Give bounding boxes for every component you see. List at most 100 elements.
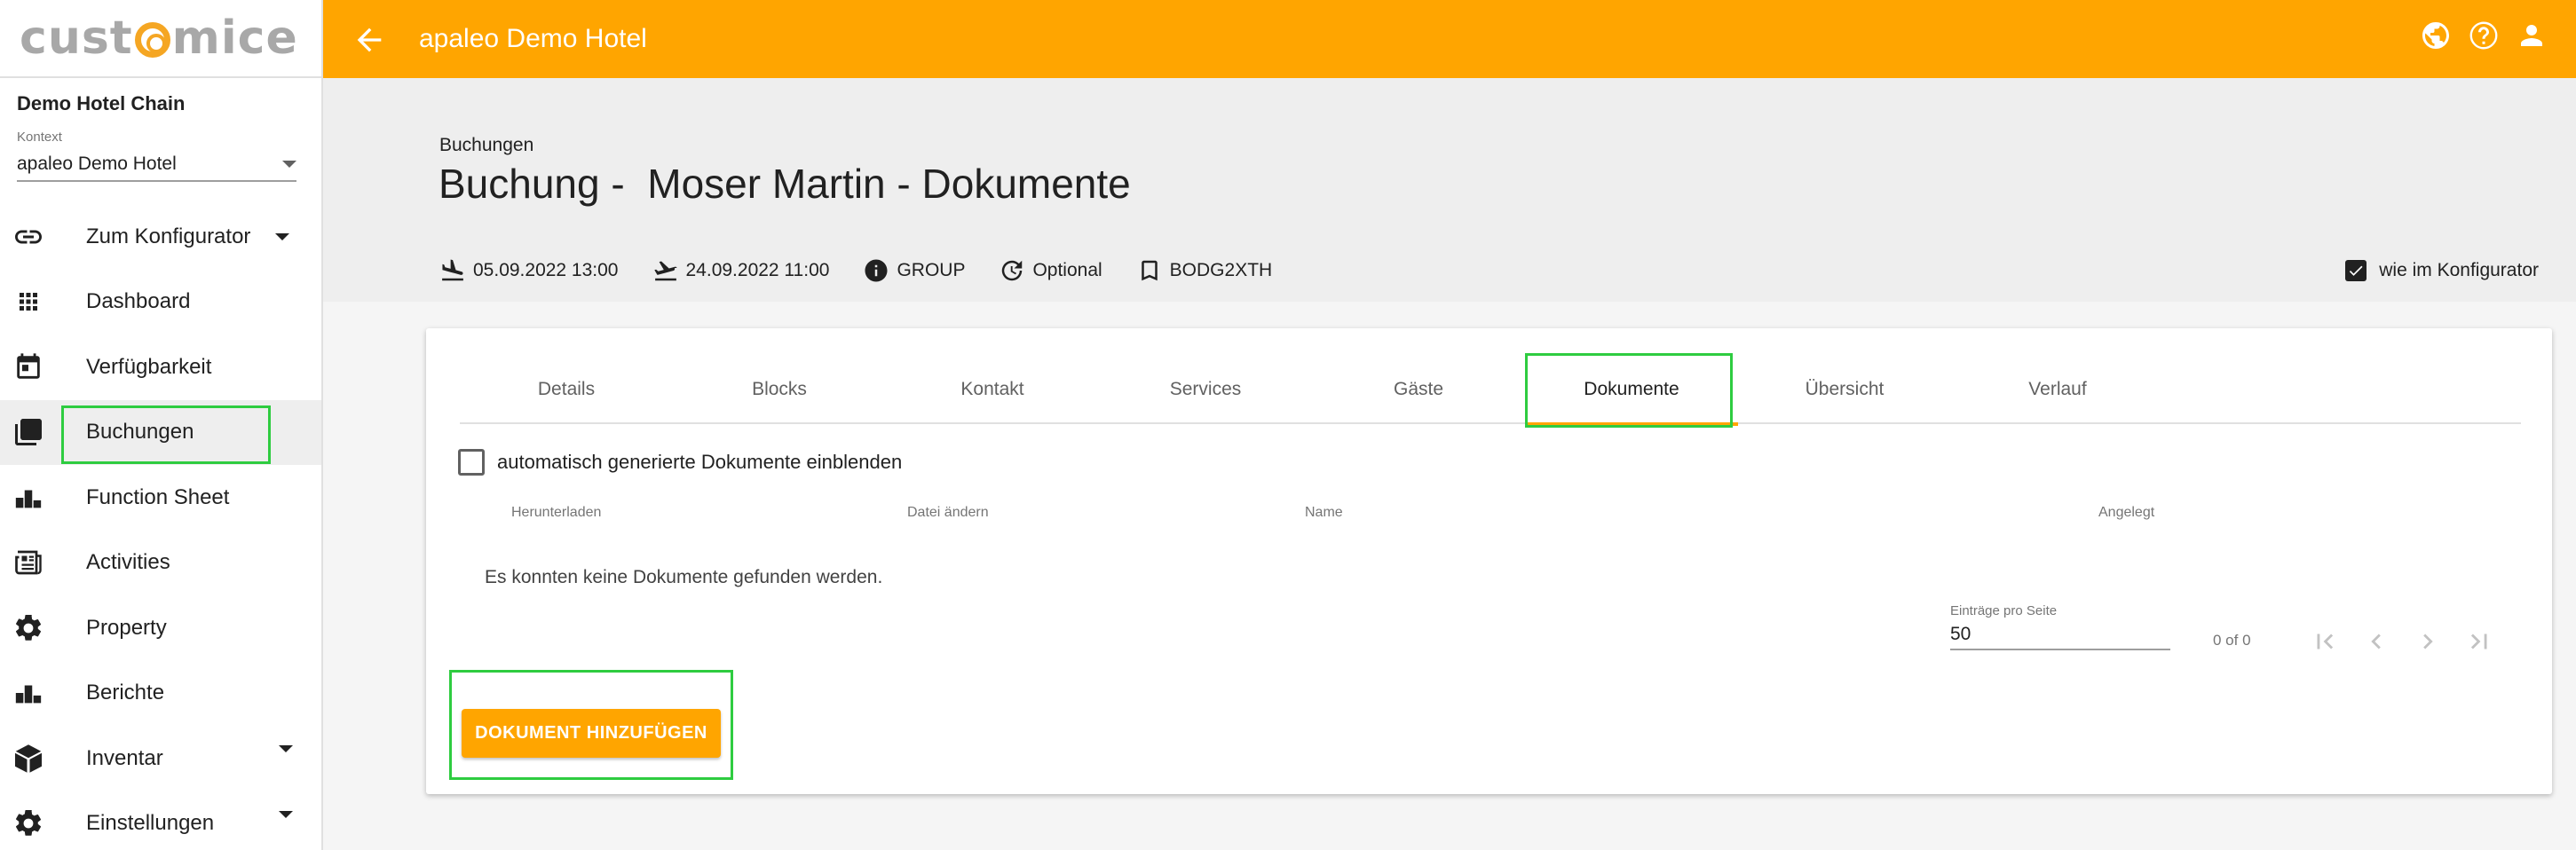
back-arrow-icon[interactable] [352,22,387,58]
checkbox-unchecked-icon[interactable] [458,449,485,476]
column-header-download[interactable]: Herunterladen [511,505,601,521]
sidebar-item-einstellungen[interactable]: Einstellungen [0,791,321,850]
bookmark-icon [1141,260,1158,281]
page-size-select[interactable]: 50 [1950,624,2170,650]
sidebar-item-label: Zum Konfigurator [86,224,251,248]
bar-chart-icon [12,677,44,709]
booking-tabs: Details Blocks Kontakt Services Gäste Do… [460,353,2521,428]
configurator-checkbox[interactable]: wie im Konfigurator [2345,260,2539,281]
top-app-bar: apaleo Demo Hotel [323,0,2576,78]
tab-verlauf[interactable]: Verlauf [1951,355,2164,424]
departure-info: 24.09.2022 11:00 [652,257,830,284]
library-icon [12,416,44,448]
flight-land-icon [442,259,463,281]
pagination-buttons [2310,626,2494,657]
booking-status-value: Optional [1032,260,1102,280]
booking-meta: 05.09.2022 13:00 24.09.2022 11:00 GROUP … [439,257,1306,284]
column-header-edit-file[interactable]: Datei ändern [907,505,989,521]
booking-type: GROUP [863,257,965,284]
top-icons [2420,20,2548,51]
sidebar-item-label: Einstellungen [86,811,215,836]
booking-code-value: BODG2XTH [1169,260,1273,280]
cube-icon [12,743,44,775]
last-page-icon[interactable] [2464,626,2494,657]
tab-label: Gäste [1393,379,1444,399]
empty-message: Es konnten keine Dokumente gefunden werd… [485,567,883,587]
hotel-chain-name: Demo Hotel Chain [17,92,186,114]
sidebar: cust mice Demo Hotel Chain Kontext apaleo… [0,0,323,850]
gear-icon [12,807,44,839]
bar-chart-icon [12,482,44,514]
tab-kontakt[interactable]: Kontakt [886,355,1099,424]
tab-uebersicht[interactable]: Übersicht [1738,355,1951,424]
logo[interactable]: cust mice [0,0,321,78]
arrival-info: 05.09.2022 13:00 [439,257,619,284]
tab-details[interactable]: Details [460,355,673,424]
booking-type-value: GROUP [897,260,966,280]
tab-services[interactable]: Services [1099,355,1312,424]
documents-card: Details Blocks Kontakt Services Gäste Do… [426,328,2552,794]
link-icon [12,221,44,253]
sidebar-item-verfuegbarkeit[interactable]: Verfügbarkeit [0,334,321,400]
sidebar-item-inventar[interactable]: Inventar [0,726,321,791]
add-document-button[interactable]: DOKUMENT HINZUFÜGEN [462,709,721,758]
page-title: Buchung - Moser Martin - Dokumente [439,161,1131,207]
newspaper-icon [12,547,44,578]
sidebar-item-label: Property [86,615,167,640]
logo-text: cust mice [20,12,298,65]
sidebar-item-label: Dashboard [86,289,191,314]
auto-docs-toggle[interactable]: automatisch generierte Dokumente einblen… [458,449,902,476]
sidebar-item-buchungen[interactable]: Buchungen [0,399,321,465]
sidebar-item-label: Berichte [86,681,165,705]
first-page-icon[interactable] [2310,626,2340,657]
tab-label: Details [537,379,596,399]
tab-label: Kontakt [960,379,1024,399]
sidebar-item-zum-konfigurator[interactable]: Zum Konfigurator [0,204,321,270]
sidebar-item-label: Verfügbarkeit [86,354,212,379]
auto-docs-label: automatisch generierte Dokumente einblen… [497,451,903,473]
chevron-down-icon [279,810,293,818]
chevron-down-icon [275,232,289,240]
column-header-name[interactable]: Name [1305,505,1343,521]
next-page-icon[interactable] [2413,626,2443,657]
tab-label: Blocks [752,379,807,399]
info-icon [865,259,888,282]
column-header-created[interactable]: Angelegt [2098,505,2154,521]
account-icon[interactable] [2516,20,2548,51]
context-select[interactable]: apaleo Demo Hotel [17,148,296,182]
tab-gaeste[interactable]: Gäste [1312,355,1525,424]
context-value: apaleo Demo Hotel [17,153,177,174]
tab-label: Übersicht [1805,379,1885,399]
sidebar-item-label: Function Sheet [86,484,230,509]
tab-dokumente[interactable]: Dokumente [1525,353,1738,428]
refresh-clock-icon [1002,260,1023,281]
previous-page-icon[interactable] [2361,626,2391,657]
sidebar-item-function-sheet[interactable]: Function Sheet [0,465,321,531]
context-label: Kontext [17,130,62,145]
booking-code: BODG2XTH [1136,257,1273,284]
sidebar-item-dashboard[interactable]: Dashboard [0,270,321,335]
fingerprint-icon [134,22,170,58]
checkbox-checked-icon[interactable] [2345,260,2367,281]
apps-grid-icon [12,286,44,318]
chevron-down-icon [279,745,293,752]
page-size-label: Einträge pro Seite [1950,603,2058,618]
breadcrumb[interactable]: Buchungen [439,135,533,156]
arrival-value: 05.09.2022 13:00 [473,260,619,280]
sidebar-item-activities[interactable]: Activities [0,531,321,596]
sidebar-item-berichte[interactable]: Berichte [0,661,321,727]
help-icon[interactable] [2468,20,2500,51]
tab-label: Services [1169,379,1242,399]
calendar-icon [12,351,44,383]
sidebar-item-label: Inventar [86,745,163,770]
sidebar-item-property[interactable]: Property [0,595,321,661]
highlight-box [1525,353,1733,428]
logo-text-left: cust [20,12,133,65]
sidebar-item-label: Activities [86,550,170,575]
language-icon[interactable] [2420,20,2452,51]
sidebar-nav: Zum Konfigurator Dashboard Verfügbarkeit… [0,204,321,850]
tab-blocks[interactable]: Blocks [673,355,886,424]
departure-value: 24.09.2022 11:00 [685,260,830,280]
tab-label: Verlauf [2028,379,2087,399]
hotel-title: apaleo Demo Hotel [419,24,647,53]
